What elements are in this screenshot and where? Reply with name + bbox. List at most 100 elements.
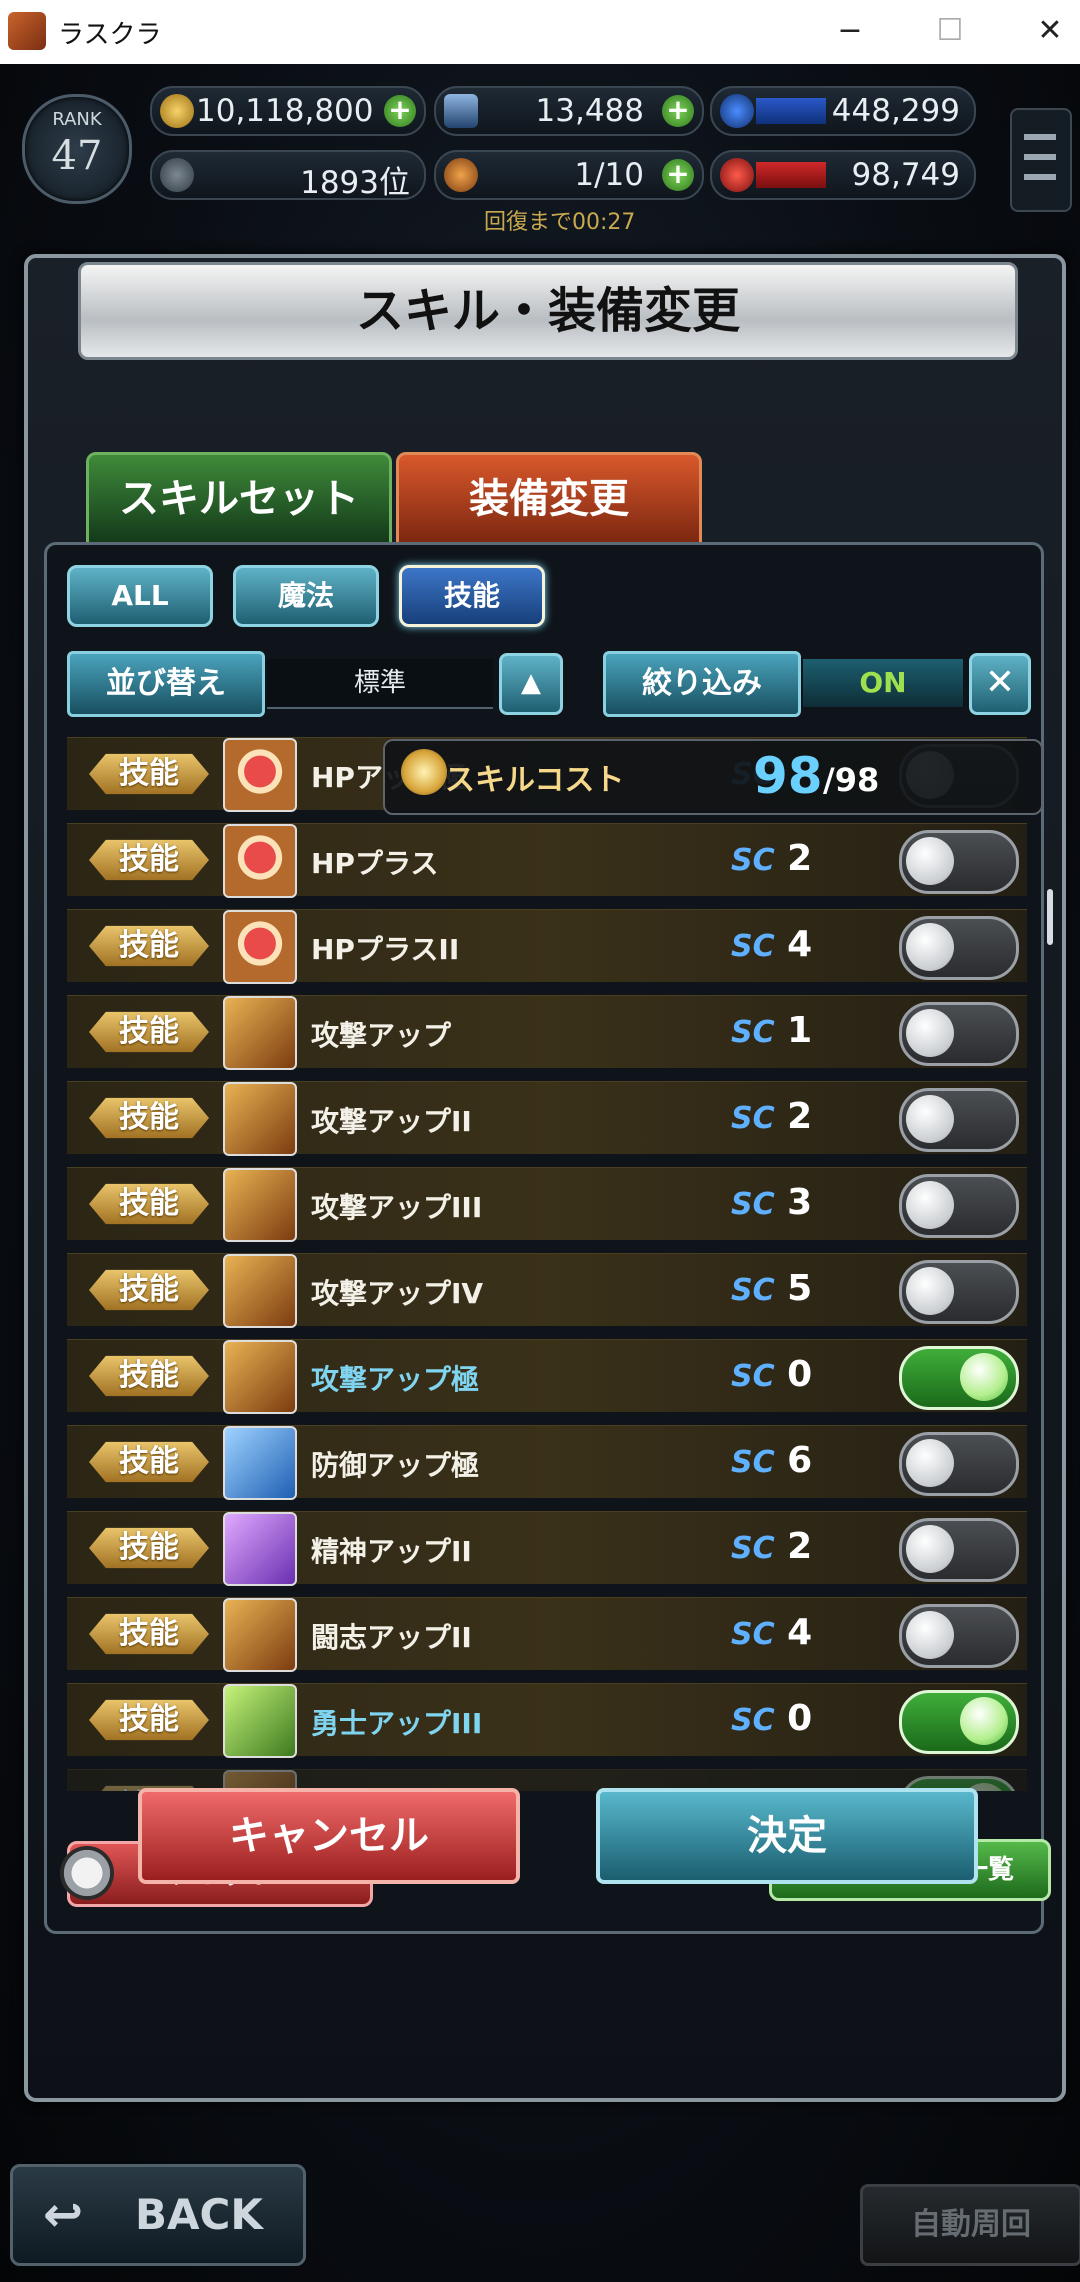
skill-row[interactable]: 技能 闘志アップII SC 4 bbox=[67, 1597, 1027, 1672]
skill-atk-icon bbox=[223, 996, 297, 1070]
skill-cost: SC 6 bbox=[731, 1440, 812, 1481]
skill-row[interactable]: 技能 HPプラス SC 2 bbox=[67, 823, 1027, 898]
tab-equip-change[interactable]: 装備変更 bbox=[396, 452, 702, 546]
skill-type-badge: 技能 bbox=[89, 925, 209, 967]
gem-counter: 1/10 + bbox=[434, 150, 704, 200]
rank-label: RANK bbox=[52, 109, 102, 130]
red-orb-icon bbox=[720, 158, 754, 192]
toggle-knob bbox=[906, 837, 954, 885]
skill-cost-number: 5 bbox=[787, 1268, 813, 1309]
sc-label: SC bbox=[731, 1703, 775, 1738]
skill-toggle[interactable] bbox=[899, 1518, 1019, 1582]
back-button[interactable]: ↩ BACK bbox=[10, 2164, 306, 2266]
skill-name: HPプラス bbox=[311, 847, 439, 880]
skill-name: 攻撃アップIII bbox=[311, 1191, 483, 1224]
skill-cost: SC 4 bbox=[731, 924, 812, 965]
sort-order-button[interactable]: ▲ bbox=[499, 653, 563, 715]
skill-name: 攻撃アップII bbox=[311, 1105, 472, 1138]
toggle-knob bbox=[906, 1009, 954, 1057]
skill-cost-number: 6 bbox=[787, 1440, 813, 1481]
skill-cost: SC 0 bbox=[731, 1354, 812, 1395]
skill-toggle[interactable] bbox=[899, 1174, 1019, 1238]
skill-cost-number: 3 bbox=[787, 1182, 813, 1223]
sc-label: SC bbox=[731, 1445, 775, 1480]
confirm-button[interactable]: 決定 bbox=[596, 1788, 978, 1884]
skill-cost-number: 2 bbox=[787, 838, 813, 879]
skill-cost: SC 2 bbox=[731, 1096, 812, 1137]
toggle-knob bbox=[906, 1611, 954, 1659]
toggle-knob bbox=[960, 1697, 1008, 1745]
rank-value: 47 bbox=[51, 133, 103, 179]
skill-row[interactable]: 技能 攻撃アップ極 SC 0 bbox=[67, 1339, 1027, 1414]
filter-label[interactable]: 絞り込み bbox=[603, 651, 801, 717]
minimize-button[interactable]: − bbox=[820, 8, 880, 54]
skill-cost-icon bbox=[401, 749, 447, 795]
filter-control: 絞り込み ON ✕ bbox=[603, 651, 1080, 717]
filter-value: ON bbox=[803, 659, 963, 707]
skill-cost: SC 3 bbox=[731, 1182, 812, 1223]
window-titlebar: ラスクラ − ☐ ✕ bbox=[0, 0, 1080, 64]
skill-panel: ALL 魔法 技能 並び替え 標準 ▲ 絞り込み ON ✕ 技能HPアップ極SC… bbox=[44, 542, 1053, 1934]
skill-toggle[interactable] bbox=[899, 830, 1019, 894]
skill-toggle[interactable] bbox=[899, 1346, 1019, 1410]
skill-row[interactable]: 技能 攻撃アップIV SC 5 bbox=[67, 1253, 1027, 1328]
skill-name: 防御アップ極 bbox=[311, 1449, 480, 1482]
filter-magic-button[interactable]: 魔法 bbox=[233, 565, 379, 627]
sc-label: SC bbox=[731, 1359, 775, 1394]
skill-row[interactable]: 技能 精神アップII SC 2 bbox=[67, 1511, 1027, 1586]
red-points-bar bbox=[756, 162, 826, 188]
crystal-plus-button[interactable]: + bbox=[662, 95, 694, 127]
blue-points-counter: 448,299 bbox=[710, 86, 976, 136]
crystal-counter: 13,488 + bbox=[434, 86, 704, 136]
sc-label: SC bbox=[731, 1531, 775, 1566]
back-label: BACK bbox=[135, 2190, 263, 2239]
skill-name: 闘志アップII bbox=[311, 1621, 472, 1654]
auto-run-button[interactable]: 自動周回 bbox=[860, 2184, 1080, 2266]
gold-plus-button[interactable]: + bbox=[384, 95, 416, 127]
skill-toggle[interactable] bbox=[899, 1604, 1019, 1668]
close-button[interactable]: ✕ bbox=[1020, 8, 1080, 54]
filter-all-button[interactable]: ALL bbox=[67, 565, 213, 627]
skill-row[interactable]: 技能 攻撃アップ SC 1 bbox=[67, 995, 1027, 1070]
skill-row[interactable]: 技能 防御アップ極 SC 6 bbox=[67, 1425, 1027, 1500]
skill-toggle[interactable] bbox=[899, 916, 1019, 980]
window-title: ラスクラ bbox=[58, 20, 162, 50]
main-menu-button[interactable] bbox=[1010, 108, 1072, 212]
filter-skill-button[interactable]: 技能 bbox=[399, 565, 545, 627]
skill-row[interactable]: 技能 HPプラスII SC 4 bbox=[67, 909, 1027, 984]
skill-cost: SC 5 bbox=[731, 1268, 812, 1309]
gem-plus-button[interactable]: + bbox=[662, 159, 694, 191]
skill-cost-value: 98 bbox=[753, 747, 823, 805]
cancel-button[interactable]: キャンセル bbox=[138, 1788, 520, 1884]
skill-cost-number: 0 bbox=[787, 1354, 813, 1395]
sc-label: SC bbox=[731, 1273, 775, 1308]
skill-toggle[interactable] bbox=[899, 1260, 1019, 1324]
rank-emblem: RANK 47 bbox=[22, 94, 132, 204]
maximize-button[interactable]: ☐ bbox=[920, 8, 980, 54]
skill-row[interactable]: 技能 攻撃アップIII SC 3 bbox=[67, 1167, 1027, 1242]
skill-type-badge: 技能 bbox=[89, 1613, 209, 1655]
skill-toggle[interactable] bbox=[899, 1002, 1019, 1066]
toggle-knob bbox=[906, 1267, 954, 1315]
tab-skill-set[interactable]: スキルセット bbox=[86, 452, 392, 546]
sort-value[interactable]: 標準 bbox=[267, 659, 493, 709]
skill-toggle[interactable] bbox=[899, 1432, 1019, 1496]
skill-row[interactable]: 技能 攻撃アップII SC 2 bbox=[67, 1081, 1027, 1156]
game-screen: RANK 47 10,118,800 + 13,488 + 448,299 18… bbox=[0, 64, 1080, 2282]
gem-icon bbox=[444, 158, 478, 192]
skill-atk-icon bbox=[223, 1598, 297, 1672]
skill-row[interactable]: 技能 勇士アップIII SC 0 bbox=[67, 1683, 1027, 1758]
skill-toggle[interactable] bbox=[899, 1088, 1019, 1152]
sc-label: SC bbox=[731, 1101, 775, 1136]
skill-toggle[interactable] bbox=[899, 1690, 1019, 1754]
sc-label: SC bbox=[731, 843, 775, 878]
skill-cost-number: 0 bbox=[787, 1698, 813, 1739]
skill-cost-max: /98 bbox=[823, 761, 880, 799]
crystal-value: 13,488 bbox=[535, 93, 644, 129]
skill-cost-popup: スキルコスト 98 /98 bbox=[383, 739, 1043, 815]
list-scrollbar[interactable] bbox=[1047, 889, 1053, 945]
skill-atk-icon bbox=[223, 1254, 297, 1328]
toggle-knob bbox=[960, 1353, 1008, 1401]
filter-clear-button[interactable]: ✕ bbox=[969, 653, 1031, 715]
red-points-counter: 98,749 bbox=[710, 150, 976, 200]
